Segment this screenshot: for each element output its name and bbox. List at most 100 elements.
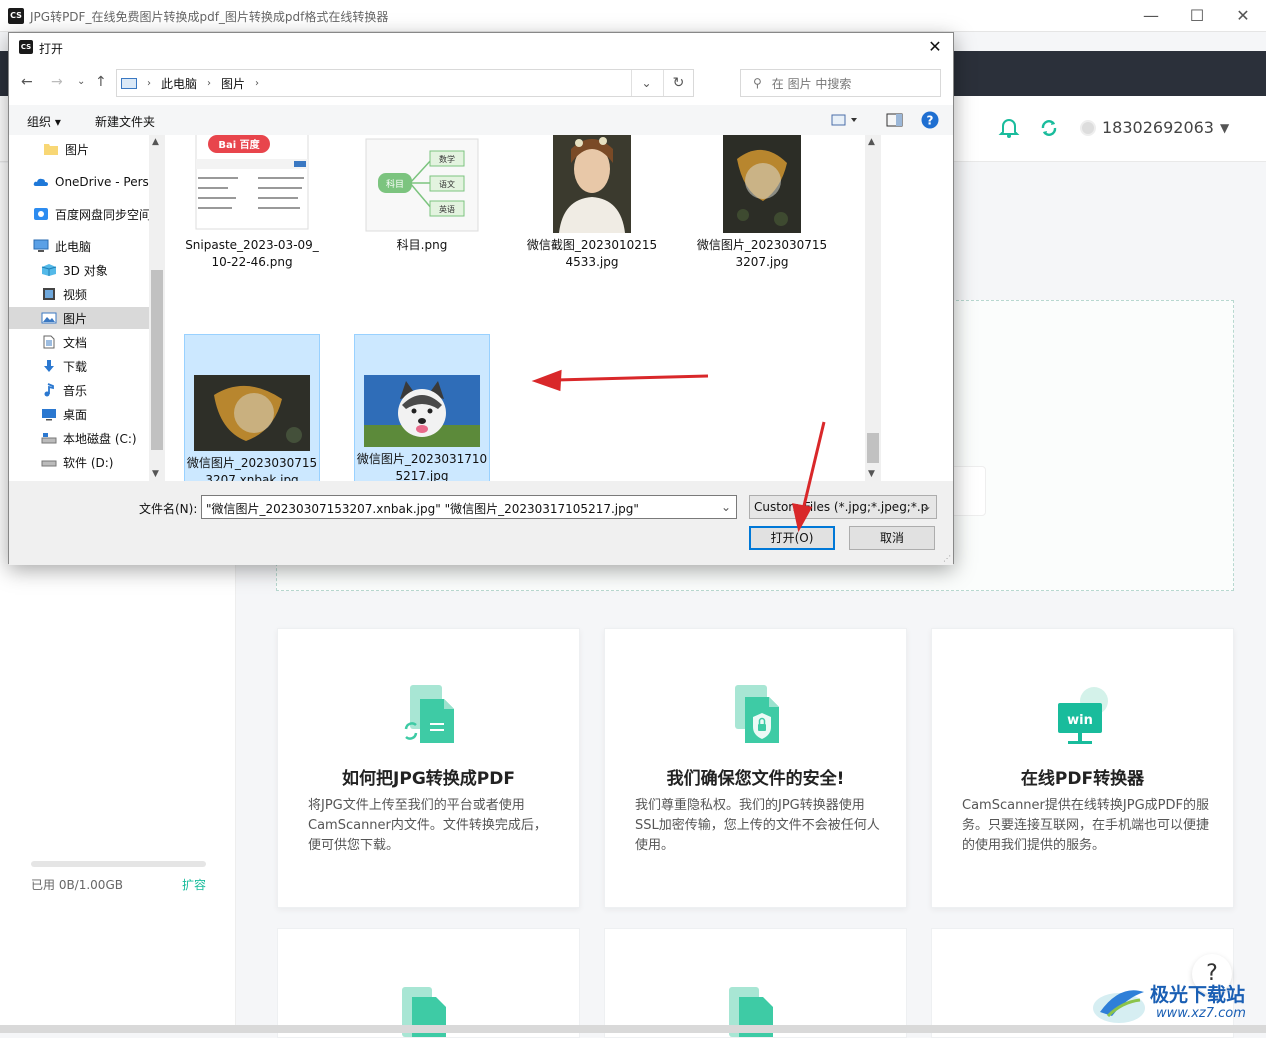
drive-d-icon — [41, 460, 57, 467]
file-item[interactable]: Bai 百度 Snipaste_2023-03-09_10-22-46.png — [184, 135, 320, 271]
chevron-down-icon[interactable]: ⌄ — [631, 70, 661, 96]
storage-usage: 已用 0B/1.00GB — [31, 878, 123, 892]
search-input[interactable]: ⚲ 在 图片 中搜索 — [740, 69, 941, 97]
svg-text:Bai 百度: Bai 百度 — [218, 138, 260, 151]
card-text: 将JPG文件上传至我们的平台或者使用CamScanner内文件。文件转换完成后，… — [308, 798, 547, 853]
up-arrow-icon[interactable]: ↑ — [95, 74, 107, 90]
app-logo: CS — [8, 8, 24, 24]
resize-grip-icon[interactable]: ⋰ — [943, 554, 951, 563]
chevron-down-icon: ▼ — [1219, 120, 1230, 135]
help-icon[interactable]: ? — [921, 111, 939, 129]
account-menu[interactable]: 18302692063 ▼ — [1080, 118, 1229, 137]
watermark-url: www.xz7.com — [1156, 1006, 1246, 1021]
upload-button-edge[interactable] — [953, 466, 986, 516]
avatar — [1080, 119, 1096, 136]
info-card-online-converter: win 在线PDF转换器 CamScanner提供在线转换JPG成PDF的服务。… — [931, 628, 1234, 908]
file-lock-icon — [735, 685, 779, 743]
card-title: 我们确保您文件的安全! — [666, 769, 845, 789]
close-icon[interactable]: ✕ — [1220, 4, 1266, 28]
forward-arrow-icon[interactable]: → — [51, 74, 63, 90]
dialog-footer: 文件名(N): "微信图片_20230307153207.xnbak.jpg" … — [9, 481, 953, 565]
expand-storage-link[interactable]: 扩容 — [182, 876, 206, 893]
open-button[interactable]: 打开(O) — [749, 526, 835, 550]
sync-icon[interactable] — [1038, 117, 1060, 139]
nav-item-videos[interactable]: 视频 — [41, 283, 149, 305]
app-titlebar: CS JPG转PDF_在线免费图片转换成pdf_图片转换成pdf格式在线转换器 … — [0, 0, 1266, 32]
chevron-up-icon[interactable]: ▲ — [152, 137, 159, 147]
bell-icon[interactable] — [998, 117, 1020, 139]
3d-objects-icon — [41, 264, 57, 276]
dialog-title: 打开 — [39, 42, 64, 56]
breadcrumb-pictures[interactable]: 图片 — [221, 75, 245, 92]
watermark-logo-icon — [1093, 990, 1145, 1023]
win-badge: win — [1067, 713, 1093, 728]
desktop-icon — [42, 409, 56, 421]
storage-progress-bar — [31, 861, 206, 867]
drive-c-icon — [41, 433, 57, 444]
nav-item-documents[interactable]: 文档 — [41, 331, 149, 353]
file-item-selected[interactable]: 微信图片_20230317105217.jpg — [354, 334, 490, 481]
win-monitor-icon: win — [1058, 687, 1108, 744]
nav-item-label: 音乐 — [63, 383, 88, 398]
maximize-icon[interactable]: ☐ — [1174, 4, 1220, 28]
chevron-down-icon[interactable]: ⌄ — [715, 495, 737, 519]
navigation-pane: 图片 OneDrive - Perso 百度网盘同步空间 此电脑 3D 对象 视… — [9, 135, 165, 481]
close-icon[interactable]: ✕ — [925, 37, 945, 57]
onedrive-icon — [33, 178, 48, 186]
nav-item-music[interactable]: 音乐 — [41, 379, 149, 401]
file-item[interactable]: 微信图片_20230307153207.jpg — [694, 135, 830, 271]
cancel-button[interactable]: 取消 — [849, 526, 935, 550]
nav-item-label: 桌面 — [63, 407, 88, 422]
chevron-down-icon[interactable]: ▼ — [868, 469, 875, 479]
new-folder-button[interactable]: 新建文件夹 — [95, 113, 155, 130]
organize-button[interactable]: 组织 ▾ — [27, 113, 61, 130]
chevron-down-icon[interactable]: ▼ — [152, 469, 159, 479]
card-title: 在线PDF转换器 — [1020, 769, 1145, 789]
filename-input[interactable]: "微信图片_20230307153207.xnbak.jpg" "微信图片_20… — [201, 495, 737, 519]
file-thumbnail — [723, 135, 801, 233]
file-type-value: Custom Files (*.jpg;*.jpeg;*.p — [754, 500, 929, 514]
breadcrumb-this-pc[interactable]: 此电脑 — [161, 75, 197, 92]
file-thumbnail: 科目 数学 语文 英语 — [365, 138, 479, 232]
file-thumbnail — [364, 375, 480, 447]
recent-locations-icon[interactable]: ⌄ — [77, 76, 85, 87]
nav-item-desktop[interactable]: 桌面 — [41, 403, 149, 425]
file-name: 微信图片_20230307153207.xnbak.jpg — [186, 456, 318, 481]
nav-item-drive-d[interactable]: 软件 (D:) — [41, 451, 149, 473]
view-options-icon[interactable] — [831, 112, 861, 128]
nav-item-onedrive[interactable]: OneDrive - Perso — [33, 171, 149, 193]
scroll-thumb[interactable] — [151, 270, 163, 450]
nav-pane-scrollbar[interactable]: ▲ ▼ — [149, 135, 165, 481]
chevron-up-icon[interactable]: ▲ — [868, 137, 875, 147]
file-thumbnail — [553, 135, 631, 233]
computer-icon — [33, 239, 49, 252]
nav-item-pictures[interactable]: 图片 — [9, 307, 149, 329]
card-text: CamScanner提供在线转换JPG成PDF的服务。只要连接互联网，在手机端也… — [962, 798, 1210, 853]
breadcrumb-separator: › — [147, 77, 151, 89]
svg-text:数学: 数学 — [439, 154, 455, 164]
horizontal-scrollbar[interactable] — [0, 1025, 1266, 1033]
nav-item-3d-objects[interactable]: 3D 对象 — [41, 259, 149, 281]
minimize-icon[interactable]: — — [1128, 4, 1174, 28]
nav-item-pictures-quick[interactable]: 图片 — [43, 138, 149, 160]
nav-item-baidu-netdisk[interactable]: 百度网盘同步空间 — [33, 203, 149, 225]
file-item-selected[interactable]: 微信图片_20230307153207.xnbak.jpg — [184, 334, 320, 481]
scroll-thumb[interactable] — [867, 433, 879, 463]
file-name: 微信图片_20230317105217.jpg — [356, 452, 488, 481]
breadcrumb-separator: › — [255, 77, 260, 89]
back-arrow-icon[interactable]: ← — [21, 74, 33, 90]
file-item[interactable]: 科目 数学 语文 英语 科目.png — [354, 137, 490, 254]
refresh-icon[interactable]: ↻ — [663, 70, 693, 96]
preview-pane-icon[interactable] — [886, 112, 904, 128]
file-type-select[interactable]: Custom Files (*.jpg;*.jpeg;*.p ⌄ — [749, 495, 937, 519]
file-list-scrollbar[interactable]: ▲ ▼ — [865, 135, 881, 481]
search-icon: ⚲ — [753, 76, 762, 90]
pictures-icon — [41, 312, 57, 324]
nav-item-drive-c[interactable]: 本地磁盘 (C:) — [41, 427, 149, 449]
filename-label: 文件名(N): — [139, 502, 198, 516]
file-item[interactable]: 微信截图_20230102154533.jpg — [524, 135, 660, 271]
nav-item-this-pc[interactable]: 此电脑 — [33, 235, 149, 257]
address-bar[interactable]: › 此电脑 › 图片 › ⌄ ↻ — [116, 69, 694, 97]
nav-item-downloads[interactable]: 下载 — [41, 355, 149, 377]
watermark: 极光下载站 www.xz7.com — [1090, 978, 1260, 1026]
